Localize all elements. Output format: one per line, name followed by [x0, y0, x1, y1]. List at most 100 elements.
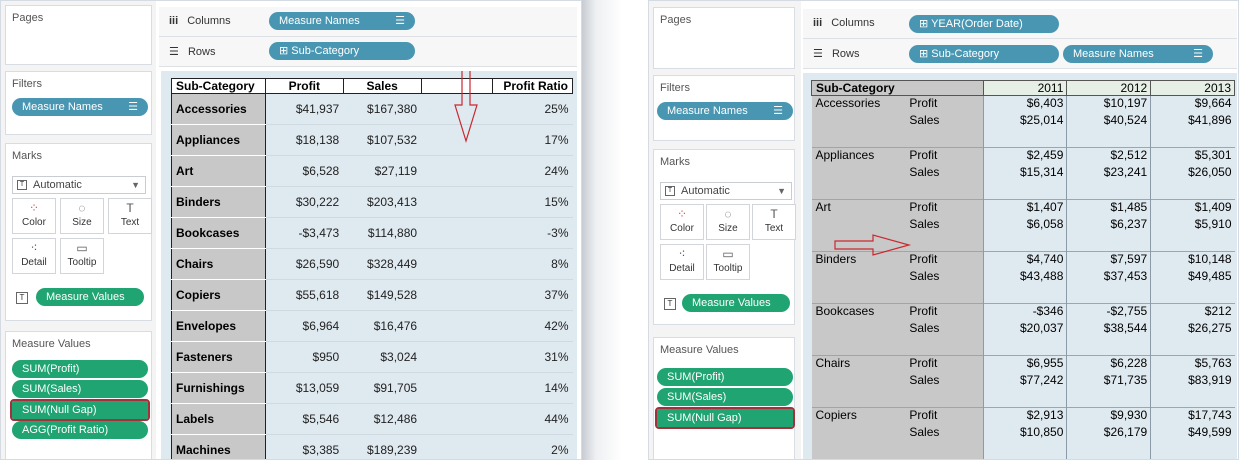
measure-name-cell[interactable]: Sales [907, 372, 984, 408]
value-cell[interactable]: $1,485 [1066, 199, 1151, 217]
value-cell[interactable]: $149,528 [343, 279, 422, 311]
value-cell[interactable]: -3% [492, 217, 573, 249]
row-header-cell[interactable]: Machines [171, 434, 266, 459]
value-cell[interactable]: $41,937 [265, 93, 344, 125]
rows-sub-category-pill[interactable]: ⊞ Sub-Category [269, 42, 415, 60]
value-cell[interactable]: 31% [492, 341, 573, 373]
value-cell[interactable]: $6,964 [265, 310, 344, 342]
value-cell[interactable] [421, 372, 493, 404]
detail-button[interactable]: ⁖ Detail [660, 244, 704, 280]
row-header-cell[interactable]: Accessories [811, 95, 908, 148]
filters-card[interactable]: Filters Measure Names ☰ [5, 71, 152, 135]
value-cell[interactable]: 37% [492, 279, 573, 311]
tooltip-button[interactable]: ▭ Tooltip [60, 238, 104, 274]
value-cell[interactable]: $5,763 [1150, 355, 1235, 373]
filter-measure-names-pill[interactable]: Measure Names ☰ [12, 98, 148, 116]
header-sales[interactable]: Sales [342, 78, 422, 94]
columns-shelf[interactable]: iii Columns Measure Names ☰ [159, 7, 577, 37]
value-cell[interactable]: $23,241 [1066, 164, 1151, 200]
value-cell[interactable]: $107,532 [343, 124, 422, 156]
value-cell[interactable]: $71,735 [1066, 372, 1151, 408]
row-header-cell[interactable]: Labels [171, 403, 266, 435]
value-cell[interactable]: 25% [492, 93, 573, 125]
measure-sum-null-gap-pill[interactable]: SUM(Null Gap) [10, 399, 150, 421]
row-header-cell[interactable]: Bookcases [171, 217, 266, 249]
measure-name-cell[interactable]: Profit [907, 251, 984, 269]
header-profit[interactable]: Profit [264, 78, 344, 94]
value-cell[interactable]: $328,449 [343, 248, 422, 280]
value-cell[interactable]: 44% [492, 403, 573, 435]
measure-name-cell[interactable]: Sales [907, 268, 984, 304]
value-cell[interactable]: $167,380 [343, 93, 422, 125]
detail-button[interactable]: ⁖ Detail [12, 238, 56, 274]
value-cell[interactable]: $83,919 [1150, 372, 1235, 408]
value-cell[interactable]: $18,138 [265, 124, 344, 156]
value-cell[interactable]: $43,488 [982, 268, 1067, 304]
value-cell[interactable] [421, 155, 493, 187]
row-header-cell[interactable]: Binders [171, 186, 266, 218]
value-cell[interactable]: $30,222 [265, 186, 344, 218]
measure-name-cell[interactable]: Sales [907, 164, 984, 200]
value-cell[interactable]: 24% [492, 155, 573, 187]
measure-name-cell[interactable]: Profit [907, 355, 984, 373]
value-cell[interactable]: $2,512 [1066, 147, 1151, 165]
measure-values-pill[interactable]: Measure Values [36, 288, 144, 306]
value-cell[interactable]: -$3,473 [265, 217, 344, 249]
marks-type-dropdown[interactable]: T Automatic ▼ [12, 176, 146, 194]
value-cell[interactable]: $3,024 [343, 341, 422, 373]
value-cell[interactable] [421, 186, 493, 218]
row-header-cell[interactable]: Copiers [811, 407, 908, 459]
value-cell[interactable]: $950 [265, 341, 344, 373]
value-cell[interactable]: $41,896 [1150, 112, 1235, 148]
measure-name-cell[interactable]: Profit [907, 407, 984, 425]
value-cell[interactable]: $4,740 [982, 251, 1067, 269]
row-header-cell[interactable]: Appliances [811, 147, 908, 200]
value-cell[interactable]: $9,664 [1150, 95, 1235, 113]
rows-measure-names-pill[interactable]: Measure Names ☰ [1063, 45, 1213, 63]
row-header-cell[interactable]: Art [171, 155, 266, 187]
value-cell[interactable]: 14% [492, 372, 573, 404]
value-cell[interactable]: $26,590 [265, 248, 344, 280]
value-cell[interactable] [421, 403, 493, 435]
value-cell[interactable]: $20,037 [982, 320, 1067, 356]
value-cell[interactable]: $1,407 [982, 199, 1067, 217]
measure-name-cell[interactable]: Profit [907, 199, 984, 217]
rows-shelf[interactable]: ☰ Rows ⊞ Sub-Category [159, 37, 577, 67]
value-cell[interactable] [421, 310, 493, 342]
value-cell[interactable]: $1,409 [1150, 199, 1235, 217]
measure-sum-profit-pill[interactable]: SUM(Profit) [657, 368, 793, 386]
value-cell[interactable]: $27,119 [343, 155, 422, 187]
value-cell[interactable]: -$346 [982, 303, 1067, 321]
value-cell[interactable]: -$2,755 [1066, 303, 1151, 321]
value-cell[interactable]: $26,179 [1066, 424, 1151, 459]
row-header-cell[interactable]: Furnishings [171, 372, 266, 404]
measure-sum-profit-pill[interactable]: SUM(Profit) [12, 360, 148, 378]
value-cell[interactable]: $10,197 [1066, 95, 1151, 113]
value-cell[interactable] [421, 248, 493, 280]
value-cell[interactable]: $38,544 [1066, 320, 1151, 356]
color-button[interactable]: ⁘ Color [660, 204, 704, 240]
rows-sub-category-pill[interactable]: ⊞ Sub-Category [909, 45, 1059, 63]
value-cell[interactable]: 8% [492, 248, 573, 280]
header-year-2011[interactable]: 2011 [982, 80, 1068, 96]
measure-sum-null-gap-pill[interactable]: SUM(Null Gap) [655, 407, 795, 429]
measure-name-cell[interactable]: Sales [907, 216, 984, 252]
filters-card[interactable]: Filters Measure Names ☰ [653, 75, 795, 141]
value-cell[interactable] [421, 434, 493, 459]
value-cell[interactable]: $5,546 [265, 403, 344, 435]
header-year-2013[interactable]: 2013 [1150, 80, 1235, 96]
measure-name-cell[interactable]: Sales [907, 112, 984, 148]
value-cell[interactable]: $189,239 [343, 434, 422, 459]
value-cell[interactable]: $77,242 [982, 372, 1067, 408]
value-cell[interactable]: $5,301 [1150, 147, 1235, 165]
measure-sum-sales-pill[interactable]: SUM(Sales) [657, 388, 793, 406]
text-button[interactable]: T Text [108, 198, 152, 234]
value-cell[interactable]: $25,014 [982, 112, 1067, 148]
value-cell[interactable]: $2,913 [982, 407, 1067, 425]
measure-name-cell[interactable]: Profit [907, 147, 984, 165]
measure-agg-profit-ratio-pill[interactable]: AGG(Profit Ratio) [12, 421, 148, 439]
measure-name-cell[interactable]: Sales [907, 320, 984, 356]
value-cell[interactable]: $37,453 [1066, 268, 1151, 304]
value-cell[interactable] [421, 341, 493, 373]
measure-name-cell[interactable]: Profit [907, 303, 984, 321]
